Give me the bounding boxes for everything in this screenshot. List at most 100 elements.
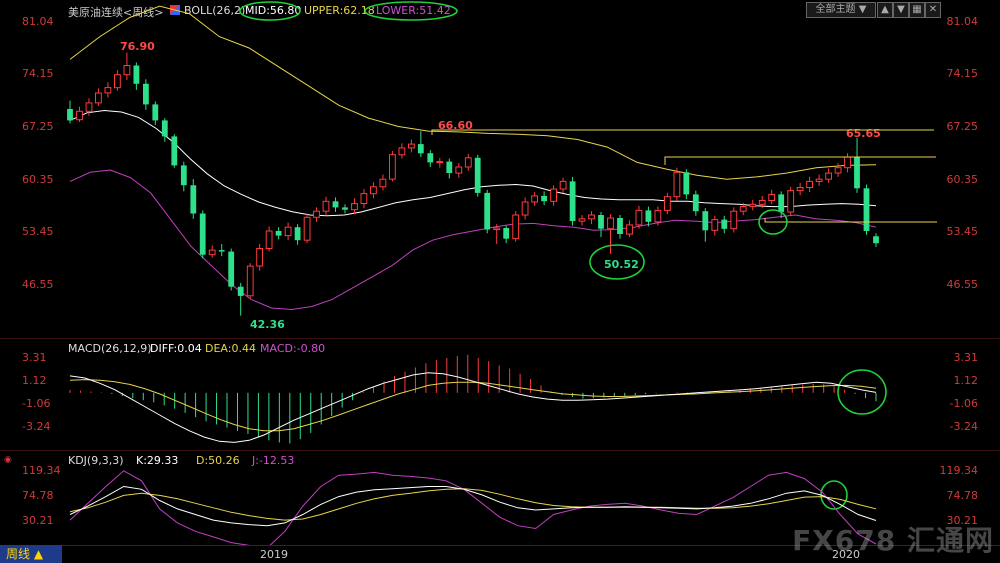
candle <box>228 248 235 291</box>
candle <box>806 176 814 193</box>
candle-body <box>284 226 292 237</box>
candle-body <box>256 248 264 267</box>
candle-body <box>389 154 396 180</box>
candle <box>721 215 728 234</box>
candle-body <box>739 206 747 212</box>
candle <box>123 52 131 81</box>
candle <box>617 214 623 239</box>
annotation-low-42: 42.36 <box>250 318 285 331</box>
candle <box>702 208 709 242</box>
candle <box>873 233 879 248</box>
price-chart: 76.90 42.36 66.60 50.52 65.65 <box>67 5 937 331</box>
candle-body <box>607 217 614 230</box>
candle <box>303 213 311 244</box>
candle <box>67 100 73 124</box>
bollinger-bands <box>69 5 877 311</box>
candle-body <box>721 219 728 229</box>
candle-body <box>265 230 273 249</box>
candle <box>455 163 463 178</box>
candle <box>645 206 652 227</box>
candle-body <box>360 193 368 205</box>
candle-body <box>332 201 339 208</box>
candle-body <box>692 194 699 212</box>
candle <box>76 106 83 122</box>
candle <box>550 185 558 206</box>
candle-body <box>815 178 823 182</box>
candle-body <box>123 65 131 76</box>
candle <box>464 153 472 171</box>
candle-body <box>190 185 197 214</box>
candle-body <box>578 218 586 222</box>
candle-body <box>569 181 576 222</box>
candle <box>427 150 434 167</box>
candle <box>730 207 738 233</box>
candle-body <box>275 231 282 236</box>
candle <box>218 243 225 257</box>
candle-body <box>322 200 330 212</box>
candle <box>351 198 358 215</box>
candle-body <box>844 156 851 169</box>
candle <box>208 245 216 258</box>
candle <box>190 179 197 219</box>
candle <box>284 222 292 241</box>
candle <box>503 225 510 244</box>
candle-body <box>180 165 187 186</box>
candle-body <box>711 219 719 231</box>
candle-body <box>143 83 149 105</box>
candle-body <box>171 136 178 166</box>
macd-highlight-circle <box>837 369 887 415</box>
candle <box>389 150 396 182</box>
candle <box>673 167 681 201</box>
candle <box>635 205 643 229</box>
kdj-j-line <box>69 470 877 545</box>
candle-body <box>379 178 387 188</box>
candle <box>796 182 804 196</box>
candle-body <box>474 157 481 193</box>
candle-body <box>834 167 842 174</box>
candle <box>322 196 330 216</box>
candle <box>683 169 690 199</box>
candle <box>863 184 870 235</box>
candle <box>95 88 102 106</box>
candle <box>342 204 348 214</box>
candle <box>313 207 320 222</box>
candle-body <box>645 210 652 222</box>
candle-body <box>294 227 301 241</box>
candle-body <box>446 161 453 173</box>
boll-upper-line <box>69 5 877 180</box>
candle <box>256 243 264 271</box>
candle <box>569 176 576 226</box>
candle <box>484 189 491 234</box>
candle-body <box>512 214 520 240</box>
candle-body <box>521 201 529 216</box>
candle <box>152 101 159 126</box>
candle-body <box>559 180 567 190</box>
candle-body <box>85 102 93 112</box>
candle <box>825 168 833 183</box>
candle-body <box>246 265 254 297</box>
candle-body <box>455 166 463 174</box>
candle <box>844 153 851 173</box>
candle <box>521 197 529 220</box>
kdj-k-line <box>69 485 877 527</box>
candle-body <box>208 249 216 256</box>
candle <box>408 139 415 153</box>
candle <box>626 220 633 238</box>
candle <box>398 143 406 159</box>
candle-body <box>342 207 348 210</box>
candle <box>171 134 178 168</box>
candle <box>294 224 301 245</box>
candle-body <box>863 188 870 231</box>
candle-body <box>237 286 244 296</box>
period-tab-weekly[interactable]: 周线 ▲ <box>0 545 62 563</box>
candle-body <box>503 228 510 239</box>
candle-body <box>218 250 225 252</box>
candle-body <box>199 213 206 255</box>
candle-body <box>531 195 539 203</box>
candle-body <box>228 251 235 287</box>
candle <box>360 189 368 209</box>
candle <box>332 197 339 212</box>
candle-body <box>758 200 766 205</box>
candle-body <box>873 236 879 244</box>
candle <box>265 226 273 252</box>
